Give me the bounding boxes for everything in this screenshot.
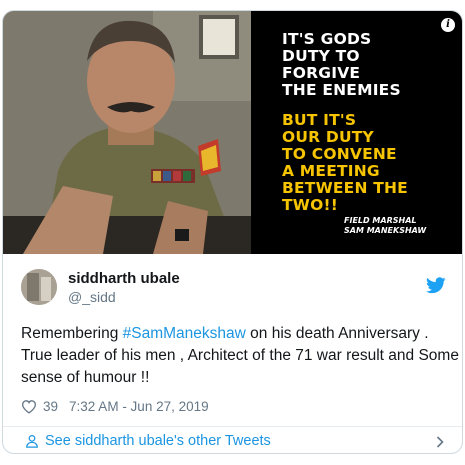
tweet-text: Remembering #SamManekshaw on his death A… (21, 323, 461, 389)
quote-white-block: IT'S GODS DUTY TO FORGIVE THE ENEMIES (282, 31, 401, 99)
author-display-name[interactable]: siddharth ubale (68, 270, 180, 287)
quote-line: TWO!! (282, 196, 338, 214)
author-handle[interactable]: @_sidd (68, 289, 116, 305)
embedded-tweet-card: IT'S GODS DUTY TO FORGIVE THE ENEMIES BU… (2, 10, 463, 454)
chevron-right-icon[interactable] (436, 436, 444, 448)
person-icon (26, 434, 38, 448)
avatar-image (21, 269, 57, 305)
tweet-media[interactable]: IT'S GODS DUTY TO FORGIVE THE ENEMIES BU… (3, 11, 462, 254)
portrait-photo (3, 11, 251, 254)
quote-line: BETWEEN THE (282, 179, 408, 197)
quote-line: OUR DUTY (282, 128, 374, 146)
quote-panel: IT'S GODS DUTY TO FORGIVE THE ENEMIES BU… (251, 11, 462, 254)
quote-line: THE ENEMIES (282, 81, 401, 99)
twitter-bird-icon[interactable] (426, 277, 446, 294)
quote-line: A MEETING (282, 162, 380, 180)
tweet-text-before: Remembering (21, 325, 123, 342)
quote-line: IT'S GODS (282, 30, 372, 48)
quote-line: BUT IT'S (282, 111, 357, 129)
see-other-tweets-link[interactable]: See siddharth ubale's other Tweets (3, 427, 462, 453)
avatar[interactable] (21, 269, 57, 305)
see-other-tweets-label[interactable]: See siddharth ubale's other Tweets (45, 433, 271, 449)
quote-attribution: FIELD MARSHAL SAM MANEKSHAW (344, 216, 426, 236)
quote-line: TO CONVENE (282, 145, 397, 163)
tweet-timestamp[interactable]: 7:32 AM - Jun 27, 2019 (69, 399, 209, 414)
hashtag-link[interactable]: #SamManekshaw (123, 325, 246, 342)
quote-yellow-block: BUT IT'S OUR DUTY TO CONVENE A MEETING B… (282, 112, 408, 214)
tweet-meta: 39 7:32 AM - Jun 27, 2019 (21, 396, 209, 416)
portrait-illustration (3, 11, 251, 254)
heart-icon[interactable] (21, 399, 37, 414)
attribution-line: SAM MANEKSHAW (344, 226, 427, 235)
info-icon[interactable]: i (441, 18, 455, 32)
attribution-line: FIELD MARSHAL (344, 216, 417, 225)
quote-line: FORGIVE (282, 64, 361, 82)
like-count[interactable]: 39 (43, 399, 58, 414)
quote-line: DUTY TO (282, 47, 360, 65)
